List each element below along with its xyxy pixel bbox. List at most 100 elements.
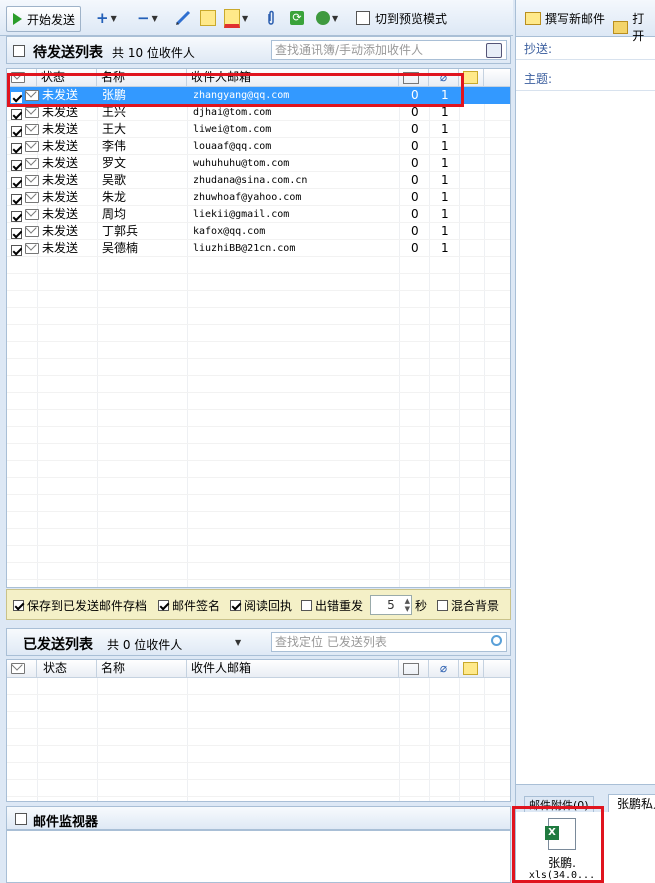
sent-table-header: 状态 名称 收件人邮箱 ⌀	[7, 660, 510, 678]
retry-seconds-stepper[interactable]: 5 ▲ ▼ 秒	[370, 595, 427, 615]
read-receipt-checkbox[interactable]	[230, 600, 241, 611]
row-checkbox[interactable]	[11, 242, 22, 259]
row-name: 吴德楠	[102, 241, 139, 255]
chevron-down-icon: ▼	[110, 13, 117, 23]
retry-seconds-value: 5	[387, 598, 395, 612]
grid-line	[7, 745, 510, 746]
table-row[interactable]: 未发送 吴德楠 liuzhiBB@21cn.com 0 1	[7, 240, 510, 257]
grid-line	[7, 511, 510, 512]
grid-line	[7, 562, 510, 563]
sent-search-input[interactable]: 查找定位 已发送列表	[271, 632, 507, 652]
tab-private[interactable]: 张鹏私人	[608, 794, 655, 814]
add-recipient-button[interactable]: + ▼	[96, 6, 117, 30]
grid-line	[7, 392, 510, 393]
stationery-button[interactable]: ▼	[224, 6, 248, 30]
refresh-button[interactable]: ⟳	[290, 6, 304, 30]
table-row[interactable]: 未发送 罗文 wuhuhuhu@tom.com 0 1	[7, 155, 510, 172]
attach-button[interactable]	[266, 6, 276, 30]
monitor-checkbox[interactable]	[15, 813, 27, 825]
globe-icon	[316, 11, 330, 25]
row-name: 王大	[102, 122, 127, 136]
spinner-arrows-icon[interactable]: ▲ ▼	[405, 597, 410, 613]
grid-line	[7, 290, 510, 291]
row-count: 0	[411, 139, 419, 153]
grid-line	[7, 273, 510, 274]
start-send-button[interactable]: 开始发送	[6, 6, 82, 32]
row-status: 未发送	[42, 122, 79, 136]
signature-option[interactable]: 邮件签名	[158, 597, 220, 614]
browser-button[interactable]: ▼	[316, 6, 338, 30]
save-archive-option[interactable]: 保存到已发送邮件存档	[13, 597, 147, 614]
seconds-unit-label: 秒	[415, 598, 428, 613]
grid-line	[7, 796, 510, 797]
row-status: 未发送	[42, 190, 79, 204]
table-row[interactable]: 未发送 王大 liwei@tom.com 0 1	[7, 121, 510, 138]
compose-new-label: 撰写新邮件	[545, 12, 606, 26]
row-email: kafox@qq.com	[193, 226, 266, 237]
table-row[interactable]: 未发送 丁郭兵 kafox@qq.com 0 1	[7, 223, 510, 240]
table-row[interactable]: 未发送 吴歌 zhudana@sina.com.cn 0 1	[7, 172, 510, 189]
row-status: 未发送	[42, 156, 79, 170]
pending-search-input[interactable]: 查找通讯簿/手动添加收件人	[271, 40, 507, 60]
edit-button[interactable]	[175, 6, 191, 30]
grid-line	[7, 779, 510, 780]
open-label: 打开	[632, 12, 645, 43]
sent-list-title: 已发送列表	[23, 637, 93, 653]
note-icon	[463, 71, 478, 84]
envelope-icon	[25, 240, 39, 257]
envelope-icon	[11, 663, 25, 674]
table-row[interactable]: 未发送 李伟 louaaf@qq.com 0 1	[7, 138, 510, 155]
switch-preview-label: 切到预览模式	[375, 11, 448, 26]
search-icon[interactable]	[491, 635, 502, 646]
compose-icon	[525, 12, 541, 25]
retry-option[interactable]: 出错重发	[301, 597, 363, 614]
table-row[interactable]: 未发送 朱龙 zhuwhoaf@yahoo.com 0 1	[7, 189, 510, 206]
column-email[interactable]: 收件人邮箱	[187, 660, 399, 677]
open-button[interactable]: 打开	[613, 10, 655, 44]
row-attachments: 1	[441, 241, 449, 255]
grid-line	[7, 307, 510, 308]
grid-line	[37, 678, 38, 801]
save-archive-label: 保存到已发送邮件存档	[27, 599, 148, 613]
note-button[interactable]	[200, 6, 216, 30]
save-archive-checkbox[interactable]	[13, 600, 24, 611]
column-status[interactable]: 状态	[37, 660, 97, 677]
column-count[interactable]	[399, 660, 429, 677]
sent-search-placeholder: 查找定位 已发送列表	[275, 635, 387, 649]
select-all-checkbox[interactable]	[13, 45, 25, 57]
table-row[interactable]: 未发送 周均 liekii@gmail.com 0 1	[7, 206, 510, 223]
row-email: zhuwhoaf@yahoo.com	[193, 192, 302, 203]
row-name: 罗文	[102, 156, 127, 170]
chevron-down-icon[interactable]: ▼	[235, 638, 241, 647]
column-note[interactable]	[459, 660, 484, 677]
mixed-bg-option[interactable]: 混合背景	[437, 597, 499, 614]
play-icon	[13, 13, 22, 25]
envelope-icon	[25, 189, 39, 206]
pending-count: 共 10 位收件人	[112, 46, 195, 60]
monitor-panel	[6, 830, 511, 883]
grid-line	[7, 375, 510, 376]
row-email: liekii@gmail.com	[193, 209, 290, 220]
highlight-box-first-row	[7, 73, 464, 107]
compose-new-button[interactable]: 撰写新邮件	[525, 10, 605, 27]
retry-checkbox[interactable]	[301, 600, 312, 611]
grid-line	[7, 528, 510, 529]
remove-recipient-button[interactable]: − ▼	[137, 6, 158, 30]
mixed-bg-checkbox[interactable]	[437, 600, 448, 611]
status-icon-column[interactable]	[7, 660, 37, 677]
row-email: louaaf@qq.com	[193, 141, 272, 152]
row-status: 未发送	[42, 224, 79, 238]
grid-line	[7, 358, 510, 359]
minus-icon: −	[137, 9, 150, 27]
read-receipt-option[interactable]: 阅读回执	[230, 597, 292, 614]
retry-label: 出错重发	[315, 599, 364, 613]
column-attachments[interactable]: ⌀	[429, 660, 459, 677]
envelope-icon	[25, 121, 39, 138]
column-name[interactable]: 名称	[97, 660, 187, 677]
grid-line	[484, 678, 485, 801]
row-count: 0	[411, 156, 419, 170]
switch-preview-button[interactable]: 切到预览模式	[356, 6, 447, 30]
row-count: 0	[411, 241, 419, 255]
signature-checkbox[interactable]	[158, 600, 169, 611]
row-attachments: 1	[441, 139, 449, 153]
